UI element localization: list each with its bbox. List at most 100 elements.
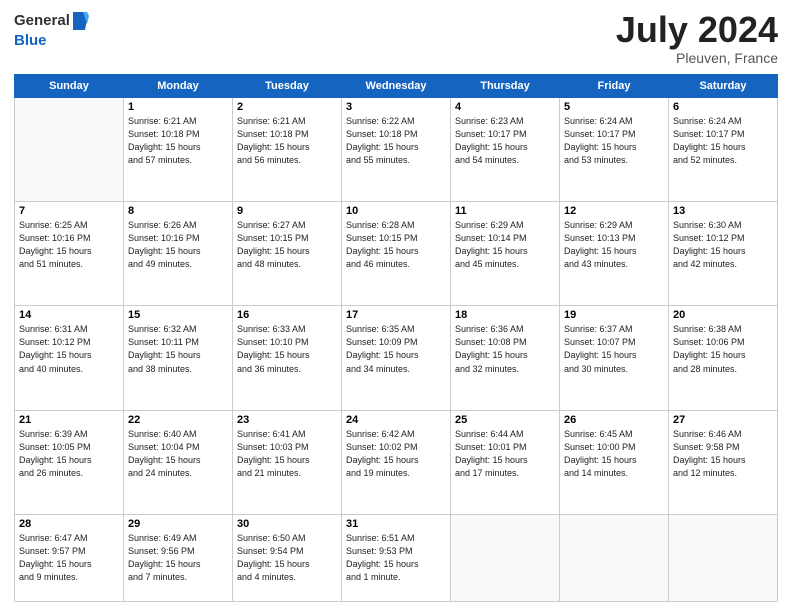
day-number: 11: [455, 205, 555, 217]
day-info: Sunrise: 6:29 AMSunset: 10:13 PMDaylight…: [564, 219, 664, 271]
day-number: 15: [128, 309, 228, 321]
day-number: 31: [346, 518, 446, 530]
calendar-cell: 30 Sunrise: 6:50 AMSunset: 9:54 PMDayligh…: [233, 515, 342, 602]
col-header-friday: Friday: [560, 74, 669, 97]
col-header-wednesday: Wednesday: [342, 74, 451, 97]
day-info: Sunrise: 6:30 AMSunset: 10:12 PMDaylight…: [673, 219, 773, 271]
day-info: Sunrise: 6:31 AMSunset: 10:12 PMDaylight…: [19, 323, 119, 375]
calendar-cell: 1Sunrise: 6:21 AMSunset: 10:18 PMDayligh…: [124, 97, 233, 201]
day-number: 20: [673, 309, 773, 321]
day-info: Sunrise: 6:50 AMSunset: 9:54 PMDaylight:…: [237, 532, 337, 584]
day-number: 21: [19, 414, 119, 426]
day-number: 13: [673, 205, 773, 217]
day-info: Sunrise: 6:45 AMSunset: 10:00 PMDaylight…: [564, 428, 664, 480]
day-info: Sunrise: 6:39 AMSunset: 10:05 PMDaylight…: [19, 428, 119, 480]
day-info: Sunrise: 6:38 AMSunset: 10:06 PMDaylight…: [673, 323, 773, 375]
calendar-cell: 18Sunrise: 6:36 AMSunset: 10:08 PMDaylig…: [451, 306, 560, 410]
day-info: Sunrise: 6:49 AMSunset: 9:56 PMDaylight:…: [128, 532, 228, 584]
day-info: Sunrise: 6:24 AMSunset: 10:17 PMDaylight…: [564, 115, 664, 167]
calendar-cell: 23 Sunrise: 6:41 AMSunset: 10:03 PMDaylig…: [233, 410, 342, 514]
day-info: Sunrise: 6:37 AMSunset: 10:07 PMDaylight…: [564, 323, 664, 375]
day-info: Sunrise: 6:26 AMSunset: 10:16 PMDaylight…: [128, 219, 228, 271]
day-info: Sunrise: 6:29 AMSunset: 10:14 PMDaylight…: [455, 219, 555, 271]
day-number: 17: [346, 309, 446, 321]
day-info: Sunrise: 6:41 AMSunset: 10:03 PMDaylight…: [237, 428, 337, 480]
day-number: 26: [564, 414, 664, 426]
day-info: Sunrise: 6:24 AMSunset: 10:17 PMDaylight…: [673, 115, 773, 167]
day-number: 23: [237, 414, 337, 426]
col-header-saturday: Saturday: [669, 74, 778, 97]
col-header-sunday: Sunday: [15, 74, 124, 97]
calendar-cell: 24 Sunrise: 6:42 AMSunset: 10:02 PMDaylig…: [342, 410, 451, 514]
week-row-2: 14 Sunrise: 6:31 AMSunset: 10:12 PMDaylig…: [15, 306, 778, 410]
calendar-cell: 7Sunrise: 6:25 AMSunset: 10:16 PMDayligh…: [15, 201, 124, 305]
calendar-cell: 6Sunrise: 6:24 AMSunset: 10:17 PMDayligh…: [669, 97, 778, 201]
col-header-tuesday: Tuesday: [233, 74, 342, 97]
calendar-cell: 12Sunrise: 6:29 AMSunset: 10:13 PMDaylig…: [560, 201, 669, 305]
title-block: July 2024 Pleuven, France: [616, 10, 778, 66]
day-number: 27: [673, 414, 773, 426]
day-info: Sunrise: 6:23 AMSunset: 10:17 PMDaylight…: [455, 115, 555, 167]
calendar-cell: 5 Sunrise: 6:24 AMSunset: 10:17 PMDayligh…: [560, 97, 669, 201]
week-row-0: 1 Sunrise: 6:21 AMSunset: 10:18 PMDayligh…: [15, 97, 778, 201]
logo: General Blue: [14, 10, 89, 50]
calendar-cell: 29 Sunrise: 6:49 AMSunset: 9:56 PMDayligh…: [124, 515, 233, 602]
calendar-cell: 20 Sunrise: 6:38 AMSunset: 10:06 PMDaylig…: [669, 306, 778, 410]
calendar-cell: 21 Sunrise: 6:39 AMSunset: 10:05 PMDaylig…: [15, 410, 124, 514]
day-number: 30: [237, 518, 337, 530]
calendar-cell: 17 Sunrise: 6:35 AMSunset: 10:09 PMDaylig…: [342, 306, 451, 410]
logo-general: General: [14, 13, 70, 30]
calendar-cell: 13 Sunrise: 6:30 AMSunset: 10:12 PMDaylig…: [669, 201, 778, 305]
calendar-cell: 14 Sunrise: 6:31 AMSunset: 10:12 PMDaylig…: [15, 306, 124, 410]
calendar-cell: 26 Sunrise: 6:45 AMSunset: 10:00 PMDaylig…: [560, 410, 669, 514]
calendar-cell: [15, 97, 124, 201]
day-number: 5: [564, 101, 664, 113]
calendar-cell: 9Sunrise: 6:27 AMSunset: 10:15 PMDayligh…: [233, 201, 342, 305]
col-header-thursday: Thursday: [451, 74, 560, 97]
week-row-4: 28Sunrise: 6:47 AMSunset: 9:57 PMDayligh…: [15, 515, 778, 602]
day-number: 22: [128, 414, 228, 426]
calendar-cell: [451, 515, 560, 602]
week-row-3: 21 Sunrise: 6:39 AMSunset: 10:05 PMDaylig…: [15, 410, 778, 514]
day-number: 10: [346, 205, 446, 217]
day-info: Sunrise: 6:51 AMSunset: 9:53 PMDaylight:…: [346, 532, 446, 584]
day-info: Sunrise: 6:46 AMSunset: 9:58 PMDaylight:…: [673, 428, 773, 480]
day-number: 24: [346, 414, 446, 426]
header-row: SundayMondayTuesdayWednesdayThursdayFrid…: [15, 74, 778, 97]
day-number: 29: [128, 518, 228, 530]
day-number: 4: [455, 101, 555, 113]
calendar-cell: 27 Sunrise: 6:46 AMSunset: 9:58 PMDayligh…: [669, 410, 778, 514]
day-info: Sunrise: 6:36 AMSunset: 10:08 PMDaylight…: [455, 323, 555, 375]
calendar-cell: 10Sunrise: 6:28 AMSunset: 10:15 PMDaylig…: [342, 201, 451, 305]
calendar-cell: 2Sunrise: 6:21 AMSunset: 10:18 PMDayligh…: [233, 97, 342, 201]
day-info: Sunrise: 6:32 AMSunset: 10:11 PMDaylight…: [128, 323, 228, 375]
day-info: Sunrise: 6:47 AMSunset: 9:57 PMDaylight:…: [19, 532, 119, 584]
calendar-cell: 4 Sunrise: 6:23 AMSunset: 10:17 PMDayligh…: [451, 97, 560, 201]
day-number: 9: [237, 205, 337, 217]
day-number: 8: [128, 205, 228, 217]
calendar-cell: 19 Sunrise: 6:37 AMSunset: 10:07 PMDaylig…: [560, 306, 669, 410]
day-info: Sunrise: 6:44 AMSunset: 10:01 PMDaylight…: [455, 428, 555, 480]
day-number: 7: [19, 205, 119, 217]
calendar-cell: [669, 515, 778, 602]
day-number: 19: [564, 309, 664, 321]
calendar-cell: 25Sunrise: 6:44 AMSunset: 10:01 PMDaylig…: [451, 410, 560, 514]
calendar-cell: [560, 515, 669, 602]
day-number: 14: [19, 309, 119, 321]
day-info: Sunrise: 6:42 AMSunset: 10:02 PMDaylight…: [346, 428, 446, 480]
calendar-cell: 16Sunrise: 6:33 AMSunset: 10:10 PMDaylig…: [233, 306, 342, 410]
calendar-cell: 3Sunrise: 6:22 AMSunset: 10:18 PMDayligh…: [342, 97, 451, 201]
title-location: Pleuven, France: [616, 50, 778, 66]
calendar-table: SundayMondayTuesdayWednesdayThursdayFrid…: [14, 74, 778, 602]
day-info: Sunrise: 6:35 AMSunset: 10:09 PMDaylight…: [346, 323, 446, 375]
day-info: Sunrise: 6:40 AMSunset: 10:04 PMDaylight…: [128, 428, 228, 480]
page: General Blue July 2024 Pleuven, France S…: [0, 0, 792, 612]
day-number: 1: [128, 101, 228, 113]
calendar-cell: 8 Sunrise: 6:26 AMSunset: 10:16 PMDayligh…: [124, 201, 233, 305]
day-info: Sunrise: 6:21 AMSunset: 10:18 PMDaylight…: [237, 115, 337, 167]
day-info: Sunrise: 6:33 AMSunset: 10:10 PMDaylight…: [237, 323, 337, 375]
logo-icon: [71, 10, 89, 32]
week-row-1: 7Sunrise: 6:25 AMSunset: 10:16 PMDayligh…: [15, 201, 778, 305]
logo-blue: Blue: [14, 32, 47, 49]
calendar-cell: 11 Sunrise: 6:29 AMSunset: 10:14 PMDaylig…: [451, 201, 560, 305]
